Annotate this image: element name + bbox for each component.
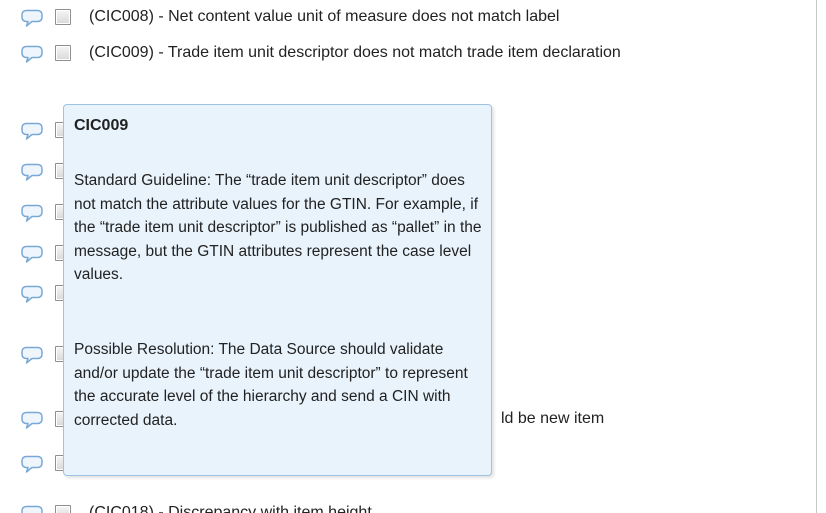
row-checkbox[interactable] — [55, 45, 71, 61]
speech-bubble-icon[interactable] — [21, 204, 43, 223]
message-label: ld be new item — [501, 410, 605, 427]
speech-bubble-icon[interactable] — [21, 285, 43, 304]
row-checkbox[interactable] — [55, 9, 71, 25]
tooltip-title: CIC009 — [74, 117, 129, 134]
speech-bubble-icon[interactable] — [21, 9, 43, 28]
message-label: (CIC008) - Net content value unit of mea… — [89, 8, 560, 25]
message-label: (CIC018) - Discrepancy with item height — [89, 504, 372, 513]
speech-bubble-icon[interactable] — [21, 45, 43, 64]
list-item: (CIC008) - Net content value unit of mea… — [0, 0, 816, 36]
possible-resolution-text: Possible Resolution: The Data Source sho… — [74, 341, 468, 429]
standard-guideline-text: Standard Guideline: The “trade item unit… — [74, 172, 482, 283]
speech-bubble-icon[interactable] — [21, 122, 43, 141]
speech-bubble-icon[interactable] — [21, 505, 43, 513]
speech-bubble-icon[interactable] — [21, 163, 43, 182]
message-label: (CIC009) - Trade item unit descriptor do… — [89, 44, 621, 61]
speech-bubble-icon[interactable] — [21, 455, 43, 474]
speech-bubble-icon[interactable] — [21, 245, 43, 264]
list-item: (CIC009) - Trade item unit descriptor do… — [0, 36, 816, 72]
row-checkbox[interactable] — [55, 505, 71, 513]
list-item: (CIC018) - Discrepancy with item height — [0, 498, 816, 513]
right-panel-border — [816, 0, 817, 513]
rule-tooltip: CIC009 Standard Guideline: The “trade it… — [63, 104, 492, 476]
speech-bubble-icon[interactable] — [21, 346, 43, 365]
speech-bubble-icon[interactable] — [21, 411, 43, 430]
